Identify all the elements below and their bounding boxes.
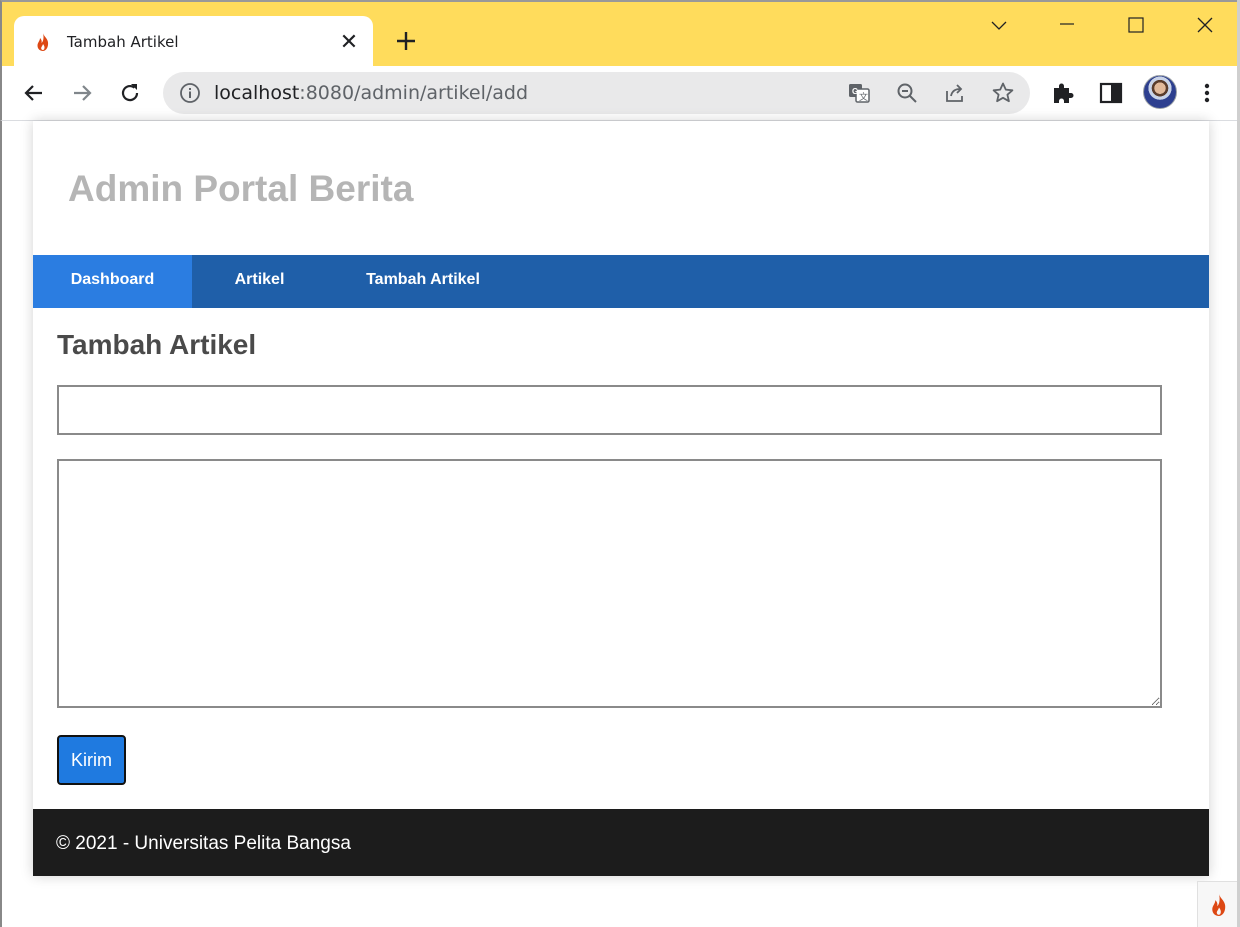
profile-avatar[interactable]: [1143, 75, 1177, 109]
zoom-out-icon[interactable]: [895, 81, 919, 105]
browser-titlebar: Tambah Artikel ✕: [0, 0, 1240, 68]
share-icon[interactable]: [943, 81, 967, 105]
main-navbar: Dashboard Artikel Tambah Artikel: [33, 255, 1209, 308]
new-tab-icon[interactable]: [394, 29, 418, 53]
nav-item-artikel[interactable]: Artikel: [192, 255, 327, 308]
page-container: Admin Portal Berita Dashboard Artikel Ta…: [33, 121, 1209, 876]
info-icon[interactable]: [179, 82, 201, 104]
page-heading: Tambah Artikel: [57, 329, 257, 360]
translate-icon[interactable]: G 文: [847, 81, 871, 105]
footer-text: © 2021 - Universitas Pelita Bangsa: [56, 833, 351, 854]
article-title-input[interactable]: [57, 385, 1162, 435]
browser-toolbar: localhost:8080/admin/artikel/add G 文: [0, 66, 1240, 121]
article-content-textarea[interactable]: [57, 459, 1162, 708]
back-arrow-icon[interactable]: [21, 80, 47, 106]
star-icon[interactable]: [991, 81, 1015, 105]
debug-toolbar-toggle[interactable]: [1197, 881, 1239, 927]
nav-item-tambah-artikel[interactable]: Tambah Artikel: [327, 255, 519, 308]
side-panel-icon[interactable]: [1098, 80, 1124, 106]
page-viewport: Admin Portal Berita Dashboard Artikel Ta…: [0, 121, 1240, 927]
site-footer: © 2021 - Universitas Pelita Bangsa: [33, 809, 1209, 876]
extensions-icon[interactable]: [1050, 80, 1076, 106]
flame-icon: [1212, 894, 1226, 916]
nav-item-dashboard[interactable]: Dashboard: [33, 255, 192, 308]
reload-icon[interactable]: [117, 80, 143, 106]
more-menu-icon[interactable]: [1194, 80, 1220, 106]
close-tab-icon[interactable]: ✕: [338, 31, 360, 53]
submit-button[interactable]: Kirim: [57, 735, 126, 785]
maximize-icon[interactable]: [1121, 12, 1151, 40]
site-header: Admin Portal Berita: [33, 121, 1209, 255]
tab-title: Tambah Artikel: [67, 33, 179, 51]
flame-icon: [37, 33, 49, 51]
url-text[interactable]: localhost:8080/admin/artikel/add: [214, 82, 528, 104]
minimize-icon[interactable]: [1052, 12, 1082, 40]
svg-text:G: G: [852, 87, 858, 96]
address-bar[interactable]: localhost:8080/admin/artikel/add G 文: [163, 72, 1030, 114]
svg-text:文: 文: [859, 91, 868, 103]
browser-tab[interactable]: Tambah Artikel ✕: [14, 16, 373, 68]
close-window-icon[interactable]: [1190, 12, 1220, 40]
tab-search-chevron-icon[interactable]: [984, 12, 1014, 40]
forward-arrow-icon[interactable]: [69, 80, 95, 106]
site-title: Admin Portal Berita: [68, 168, 414, 209]
